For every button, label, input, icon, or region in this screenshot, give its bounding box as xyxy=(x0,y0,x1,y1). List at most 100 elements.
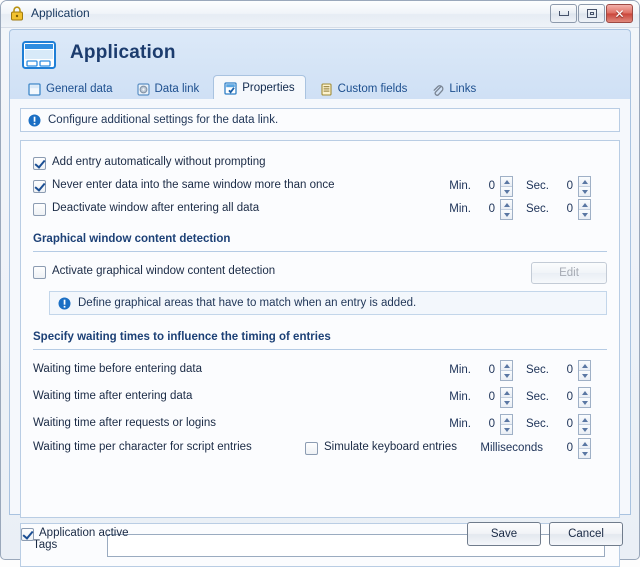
stepper-up[interactable] xyxy=(579,415,590,425)
page-title: Application xyxy=(70,42,176,63)
stepper-down[interactable] xyxy=(579,210,590,219)
minutes-unit-label: Min. xyxy=(449,180,471,192)
option-row-add-entry: Add entry automatically without promptin… xyxy=(21,153,619,176)
tab-data-link[interactable]: Data link xyxy=(127,78,210,100)
graphical-checkbox-label: Activate graphical window content detect… xyxy=(52,265,276,277)
maximize-button[interactable] xyxy=(578,4,605,23)
stepper-up[interactable] xyxy=(579,361,590,371)
seconds-value[interactable]: 0 xyxy=(557,364,573,376)
stepper-up[interactable] xyxy=(501,361,512,371)
minutes-stepper[interactable] xyxy=(500,199,513,220)
seconds-unit-label: Sec. xyxy=(525,180,549,192)
stepper-up[interactable] xyxy=(501,415,512,425)
application-window-icon xyxy=(22,41,56,69)
window-content: Application General data Data link Prope… xyxy=(9,29,631,567)
stepper-up[interactable] xyxy=(501,200,512,210)
milliseconds-unit-label: Milliseconds xyxy=(480,442,543,454)
minutes-unit-label: Min. xyxy=(449,391,471,403)
settings-box: Add entry automatically without promptin… xyxy=(20,140,620,518)
minutes-unit-label: Min. xyxy=(449,418,471,430)
stepper-up[interactable] xyxy=(579,177,590,187)
minutes-stepper[interactable] xyxy=(500,387,513,408)
seconds-stepper[interactable] xyxy=(578,387,591,408)
seconds-unit-label: Sec. xyxy=(525,203,549,215)
checkbox-activate-graphical-detection[interactable] xyxy=(33,266,46,279)
minutes-value[interactable]: 0 xyxy=(479,391,495,403)
info-bar: Configure additional settings for the da… xyxy=(20,108,620,132)
stepper-up[interactable] xyxy=(579,439,590,449)
seconds-stepper[interactable] xyxy=(578,199,591,220)
stepper-up[interactable] xyxy=(501,177,512,187)
tab-general-data[interactable]: General data xyxy=(18,78,123,100)
stepper-down[interactable] xyxy=(579,187,590,196)
simulate-keyboard-label: Simulate keyboard entries xyxy=(324,441,457,453)
tab-links[interactable]: Links xyxy=(421,78,486,100)
waiting-row-label: Waiting time before entering data xyxy=(33,363,202,375)
stepper-down[interactable] xyxy=(501,398,512,407)
minutes-unit-label: Min. xyxy=(449,203,471,215)
option-label: Deactivate window after entering all dat… xyxy=(52,202,260,214)
properties-panel: Configure additional settings for the da… xyxy=(9,99,631,567)
checkbox-simulate-keyboard-entries[interactable] xyxy=(305,442,318,455)
seconds-value[interactable]: 0 xyxy=(557,203,573,215)
tab-label: Custom fields xyxy=(337,83,408,95)
window-controls: ✕ xyxy=(550,4,633,23)
tab-properties[interactable]: Properties xyxy=(213,75,306,100)
seconds-value[interactable]: 0 xyxy=(557,418,573,430)
minimize-button[interactable] xyxy=(550,4,577,23)
seconds-unit-label: Sec. xyxy=(525,391,549,403)
minutes-stepper[interactable] xyxy=(500,176,513,197)
checkbox-application-active[interactable] xyxy=(21,528,34,541)
seconds-stepper[interactable] xyxy=(578,360,591,381)
stepper-down[interactable] xyxy=(501,210,512,219)
application-window: Application ✕ Application General data D… xyxy=(0,0,640,567)
application-active-label: Application active xyxy=(39,527,129,539)
tab-custom-fields[interactable]: Custom fields xyxy=(310,78,418,100)
stepper-down[interactable] xyxy=(501,425,512,434)
dialog-footer: Application active Save Cancel xyxy=(9,517,631,551)
seconds-stepper[interactable] xyxy=(578,414,591,435)
info-bar-text: Configure additional settings for the da… xyxy=(48,114,279,126)
stepper-down[interactable] xyxy=(501,371,512,380)
minutes-value[interactable]: 0 xyxy=(479,364,495,376)
checkbox-add-entry-automatically[interactable] xyxy=(33,157,46,170)
page-header: Application General data Data link Prope… xyxy=(9,29,631,100)
milliseconds-value[interactable]: 0 xyxy=(557,442,573,454)
close-button[interactable]: ✕ xyxy=(606,4,633,23)
seconds-value[interactable]: 0 xyxy=(557,180,573,192)
minutes-value[interactable]: 0 xyxy=(479,180,495,192)
stepper-down[interactable] xyxy=(501,187,512,196)
close-icon: ✕ xyxy=(614,6,625,21)
milliseconds-stepper[interactable] xyxy=(578,438,591,459)
waiting-row-per-character: Waiting time per character for script en… xyxy=(21,438,619,461)
seconds-stepper[interactable] xyxy=(578,176,591,197)
checkbox-deactivate-window[interactable] xyxy=(33,203,46,216)
stepper-down[interactable] xyxy=(579,398,590,407)
info-icon xyxy=(58,297,71,309)
option-row-deactivate-window: Deactivate window after entering all dat… xyxy=(21,199,619,222)
seconds-unit-label: Sec. xyxy=(525,364,549,376)
stepper-down[interactable] xyxy=(579,449,590,458)
stepper-up[interactable] xyxy=(579,388,590,398)
seconds-value[interactable]: 0 xyxy=(557,391,573,403)
minimize-icon xyxy=(558,11,569,16)
waiting-row-after-requests: Waiting time after requests or logins Mi… xyxy=(21,414,619,437)
waiting-row-label: Waiting time after requests or logins xyxy=(33,417,217,429)
lock-icon xyxy=(11,6,23,21)
stepper-up[interactable] xyxy=(579,200,590,210)
minutes-stepper[interactable] xyxy=(500,414,513,435)
minutes-value[interactable]: 0 xyxy=(479,203,495,215)
stepper-down[interactable] xyxy=(579,425,590,434)
checkbox-never-enter-same-window[interactable] xyxy=(33,180,46,193)
edit-button[interactable]: Edit xyxy=(531,262,607,284)
tab-label: Properties xyxy=(242,82,295,94)
graphical-hint-text: Define graphical areas that have to matc… xyxy=(78,297,417,309)
graphical-activate-row: Activate graphical window content detect… xyxy=(21,262,619,285)
cancel-button[interactable]: Cancel xyxy=(549,522,623,546)
minutes-stepper[interactable] xyxy=(500,360,513,381)
minutes-value[interactable]: 0 xyxy=(479,418,495,430)
tab-label: Links xyxy=(449,83,477,95)
stepper-up[interactable] xyxy=(501,388,512,398)
save-button[interactable]: Save xyxy=(467,522,541,546)
stepper-down[interactable] xyxy=(579,371,590,380)
